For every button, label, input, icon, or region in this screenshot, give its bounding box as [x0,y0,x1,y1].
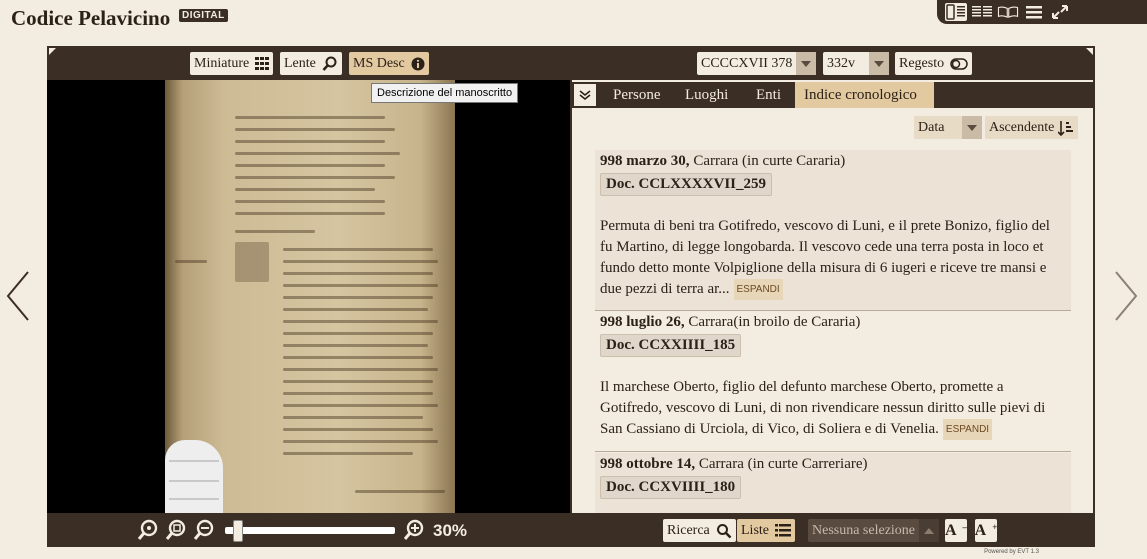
book-view-icon [997,6,1019,19]
tab-indice-cronologico[interactable]: Indice cronologico [795,82,934,108]
expand-button[interactable]: ESPANDI [733,279,783,300]
entry-header: 998 marzo 30, Carrara (in curte Cararia) [595,150,1071,170]
main-frame: Miniature Lente MS Desc CCCCXVII 378 332… [47,46,1095,547]
list-icon [775,524,791,537]
doc-link[interactable]: Doc. CCXXIIII_185 [600,334,742,357]
lens-label: Lente [284,55,316,71]
prev-page-arrow[interactable] [4,270,32,322]
font-decrease-label: A [944,521,957,539]
search-button[interactable]: Ricerca [663,519,736,542]
search-icon [716,523,732,538]
menu-button[interactable] [1023,3,1045,21]
sort-order-button[interactable]: Ascendente [985,116,1079,139]
font-decrease-button[interactable]: A – [945,519,967,542]
app-badge: DIGITAL [179,9,228,22]
list-item: 998 luglio 26, Carrara(in broilo de Cara… [595,312,1071,450]
thumbnails-button[interactable]: Miniature [190,52,274,75]
zoom-level: 30% [433,521,468,540]
entry-date: 998 ottobre 14, [600,456,696,472]
zoom-fit-icon[interactable] [165,519,187,541]
selection-select[interactable]: Nessuna selezione [808,519,939,542]
entry-header: 998 luglio 26, Carrara(in broilo de Cara… [595,312,1071,331]
zoom-reset-icon[interactable] [137,519,159,541]
entry-place: Carrara (in curte Carreriare) [698,456,868,472]
view-mode-bar [937,0,1147,24]
zoom-in-icon[interactable] [403,519,425,541]
font-increase-button[interactable]: A + [975,519,997,542]
thumbnails-label: Miniature [194,55,250,71]
app-title: Codice Pelavicino [11,6,171,30]
selection-value: Nessuna selezione [812,522,916,538]
ms-desc-label: MS Desc [353,55,405,71]
search-label: Ricerca [667,522,710,538]
fullscreen-icon [1052,5,1068,19]
text-text-view-icon [972,6,992,17]
list-item: 998 marzo 30, Carrara (in curte Cararia)… [595,150,1071,310]
chevron-down-icon [962,116,983,139]
chevron-down-icon [869,52,889,75]
sort-field-value: Data [918,119,945,135]
zoom-slider-track[interactable] [225,527,395,534]
tab-enti[interactable]: Enti [747,82,790,108]
zoom-slider-thumb[interactable] [233,520,243,542]
sort-ascending-icon [1058,120,1074,136]
text-pane: Persone Luoghi Enti Indice cronologico D… [572,80,1093,513]
chevron-down-icon [796,52,817,75]
page-select[interactable]: 332v [823,52,889,75]
entry-header: 998 ottobre 14, Carrara (in curte Carrer… [595,453,1071,473]
entry-date: 998 marzo 30, [600,153,690,169]
divider [595,310,1071,311]
image-text-view-button[interactable] [945,3,967,21]
zoom-out-icon[interactable] [193,519,215,541]
gloved-hand [165,440,223,513]
tab-persone[interactable]: Persone [604,82,670,108]
doc-link[interactable]: Doc. CCLXXXXVII_259 [600,173,772,196]
expand-button[interactable]: ESPANDI [942,419,993,440]
ms-desc-button[interactable]: MS Desc [349,52,429,75]
regesto-label: Regesto [899,55,945,71]
tab-luoghi[interactable]: Luoghi [676,82,737,108]
book-view-button[interactable] [997,3,1019,21]
document-select[interactable]: CCCCXVII 378 [697,52,817,75]
menu-icon [1026,6,1042,19]
chevron-up-icon [919,519,939,542]
entry-place: Carrara (in curte Cararia) [693,153,846,169]
document-select-value: CCCCXVII 378 [701,55,793,71]
ms-desc-tooltip: Descrizione del manoscritto [371,83,519,103]
collapse-tabs-button[interactable] [574,84,596,106]
entry-place: Carrara(in broilo de Cararia) [688,314,861,330]
sort-order-label: Ascendente [989,119,1055,135]
tab-bar: Persone Luoghi Enti Indice cronologico [572,82,1093,108]
image-text-view-icon [946,4,965,20]
search-icon [322,56,337,71]
font-increase-label: A [974,521,987,539]
entry-date: 998 luglio 26, [600,314,685,330]
lists-button[interactable]: Liste [737,519,795,542]
double-chevron-down-icon [579,90,591,100]
fullscreen-button[interactable] [1049,3,1071,21]
page-select-value: 332v [827,55,855,71]
collapse-corner-left[interactable] [49,48,56,55]
doc-link[interactable]: Doc. CCXVIIII_180 [600,476,742,499]
text-text-view-button[interactable] [971,3,993,21]
toggle-icon [950,57,968,70]
list-item: 998 ottobre 14, Carrara (in curte Carrer… [595,453,1071,513]
sort-field-select[interactable]: Data [914,116,983,139]
header: Codice Pelavicino DIGITAL [0,0,1147,36]
regesto-toggle[interactable]: Regesto [895,52,973,75]
lens-button[interactable]: Lente [280,52,342,75]
collapse-corner-right[interactable] [1086,48,1093,55]
entry-abstract: Il marchese Oberto, figlio del defunto m… [595,377,1071,440]
divider [595,451,1071,452]
entry-text: Permuta di beni tra Gotifredo, vescovo d… [600,218,1050,297]
image-pane[interactable] [47,80,570,513]
info-icon [411,57,425,70]
entry-abstract: Permuta di beni tra Gotifredo, vescovo d… [595,216,1071,300]
lists-label: Liste [741,522,769,538]
grid-icon [255,57,270,70]
powered-by: Powered by EVT 1.3 [984,549,1039,555]
next-page-arrow[interactable] [1112,270,1140,322]
